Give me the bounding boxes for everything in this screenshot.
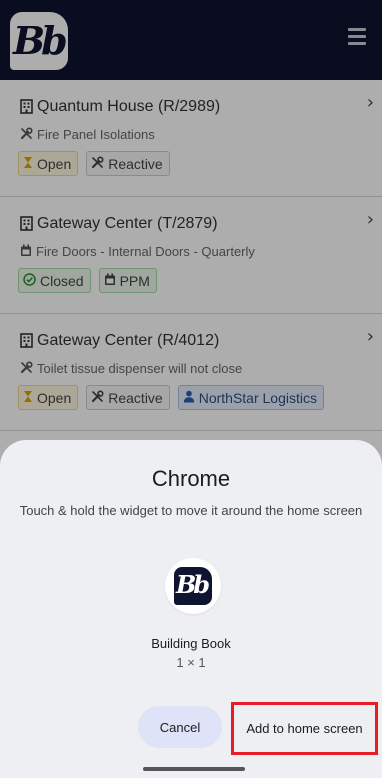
cancel-button[interactable]: Cancel xyxy=(138,706,222,748)
sheet-title: Chrome xyxy=(151,466,231,491)
widget-name: Building Book xyxy=(151,636,231,651)
add-to-home-screen-button[interactable]: Add to home screen xyxy=(231,702,378,755)
widget-size: 1 × 1 xyxy=(176,655,206,670)
gesture-handle[interactable] xyxy=(143,767,245,771)
widget-logo-text: Bb xyxy=(176,570,210,599)
add-widget-sheet: Chrome Touch & hold the widget to move i… xyxy=(0,440,382,778)
widget-preview[interactable]: Bb xyxy=(165,558,221,614)
app-logo-icon: Bb xyxy=(174,567,212,605)
sheet-description: Touch & hold the widget to move it aroun… xyxy=(19,503,363,518)
